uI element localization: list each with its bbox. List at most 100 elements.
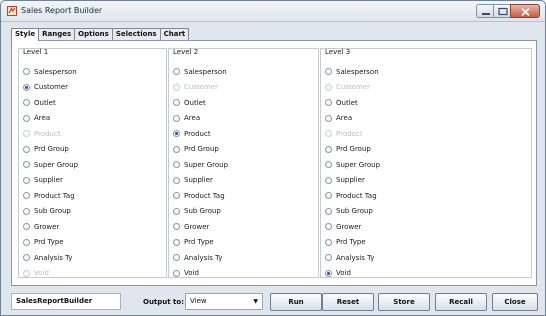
level-1-option[interactable]: Grower	[23, 221, 59, 232]
window-close-button[interactable]	[510, 4, 540, 18]
radio-icon[interactable]	[173, 254, 180, 261]
radio-icon[interactable]	[173, 68, 180, 75]
radio-icon[interactable]	[23, 99, 30, 106]
radio-icon[interactable]	[325, 192, 332, 199]
radio-icon[interactable]	[325, 161, 332, 168]
level-1-option[interactable]: Area	[23, 113, 50, 124]
minimize-button[interactable]	[476, 4, 494, 18]
radio-icon[interactable]	[325, 68, 332, 75]
option-label: Analysis Ty	[336, 253, 375, 262]
radio-icon[interactable]	[325, 114, 332, 122]
level-3-option[interactable]: Super Group	[325, 159, 380, 170]
level-3-option[interactable]: Salesperson	[325, 66, 379, 77]
level-3-option[interactable]: Area	[325, 113, 352, 124]
tab-ranges[interactable]: Ranges	[38, 28, 76, 40]
level-2-option[interactable]: Outlet	[173, 97, 206, 108]
radio-icon[interactable]	[23, 114, 30, 122]
radio-icon[interactable]	[23, 176, 30, 184]
radio-icon[interactable]	[23, 254, 30, 261]
level-2-option[interactable]: Salesperson	[173, 66, 227, 77]
level-3-option[interactable]: Product Tag	[325, 190, 377, 201]
level-2-option[interactable]: Void	[173, 268, 199, 279]
level-1-option: Product	[23, 128, 61, 139]
radio-icon[interactable]	[325, 207, 332, 215]
title-bar[interactable]: Sales Report Builder	[1, 1, 545, 22]
radio-icon[interactable]	[173, 207, 180, 215]
radio-selected-icon[interactable]	[325, 269, 332, 277]
level-2-option[interactable]: Prd Group	[173, 144, 219, 155]
level-3-option[interactable]: Supplier	[325, 175, 365, 186]
tab-chart[interactable]: Chart	[159, 28, 190, 40]
close-button[interactable]: Close	[492, 293, 538, 311]
level-1-group: Level 1 Salesperson Customer Outlet Area Pro…	[18, 48, 167, 278]
radio-icon[interactable]	[173, 145, 180, 153]
level-2-option[interactable]: Analysis Ty	[173, 252, 222, 263]
option-label: Analysis Ty	[184, 253, 223, 262]
radio-icon[interactable]	[23, 238, 30, 246]
radio-icon	[325, 130, 332, 137]
tab-selections[interactable]: Selections	[111, 28, 161, 40]
level-1-option[interactable]: Outlet	[23, 97, 56, 108]
radio-icon[interactable]	[325, 254, 332, 261]
maximize-button[interactable]	[493, 4, 511, 18]
level-3-option[interactable]: Void	[325, 268, 351, 279]
radio-selected-icon[interactable]	[23, 83, 30, 91]
radio-icon[interactable]	[325, 223, 332, 230]
tab-style[interactable]: Style	[11, 28, 40, 41]
level-2-option[interactable]: Sub Group	[173, 206, 221, 217]
radio-icon[interactable]	[173, 269, 180, 277]
level-1-option[interactable]: Product Tag	[23, 190, 75, 201]
report-name-field[interactable]: SalesReportBuilder	[11, 293, 121, 310]
level-3-group: Level 3 Salesperson Customer Outlet Area Pro…	[320, 48, 532, 278]
radio-icon[interactable]	[23, 68, 30, 75]
radio-icon[interactable]	[173, 99, 180, 106]
option-label: Outlet	[34, 98, 56, 107]
radio-icon[interactable]	[173, 192, 180, 199]
radio-icon[interactable]	[325, 176, 332, 184]
level-1-option[interactable]: Super Group	[23, 159, 78, 170]
level-3-option[interactable]: Outlet	[325, 97, 358, 108]
run-button[interactable]: Run	[270, 293, 322, 311]
radio-icon[interactable]	[325, 238, 332, 246]
radio-icon[interactable]	[23, 207, 30, 215]
level-1-option[interactable]: Supplier	[23, 175, 63, 186]
radio-icon[interactable]	[23, 161, 30, 168]
radio-icon[interactable]	[23, 145, 30, 153]
level-3-option[interactable]: Sub Group	[325, 206, 373, 217]
level-3-option[interactable]: Prd Group	[325, 144, 371, 155]
radio-icon	[23, 130, 30, 137]
recall-button[interactable]: Recall	[435, 293, 487, 311]
radio-icon[interactable]	[173, 238, 180, 246]
level-1-option[interactable]: Prd Type	[23, 237, 64, 248]
radio-selected-icon[interactable]	[173, 130, 180, 137]
radio-icon[interactable]	[173, 161, 180, 168]
level-3-option[interactable]: Analysis Ty	[325, 252, 374, 263]
level-1-option[interactable]: Prd Group	[23, 144, 69, 155]
level-2-option[interactable]: Super Group	[173, 159, 228, 170]
output-select[interactable]: View ▼	[185, 293, 263, 310]
level-3-option[interactable]: Grower	[325, 221, 361, 232]
radio-icon[interactable]	[23, 223, 30, 230]
level-3-option[interactable]: Prd Type	[325, 237, 366, 248]
store-button[interactable]: Store	[378, 293, 430, 311]
tab-options[interactable]: Options	[74, 28, 113, 40]
option-label: Supplier	[184, 176, 213, 184]
level-2-option[interactable]: Prd Type	[173, 237, 214, 248]
level-2-option[interactable]: Grower	[173, 221, 209, 232]
level-1-option[interactable]: Analysis Ty	[23, 252, 72, 263]
level-2-option[interactable]: Product Tag	[173, 190, 225, 201]
level-2-option[interactable]: Product	[173, 128, 211, 139]
radio-icon[interactable]	[325, 145, 332, 153]
level-1-option[interactable]: Salesperson	[23, 66, 77, 77]
radio-icon[interactable]	[325, 99, 332, 106]
level-2-option[interactable]: Supplier	[173, 175, 213, 186]
radio-icon[interactable]	[173, 223, 180, 230]
radio-icon[interactable]	[173, 176, 180, 184]
level-2-option[interactable]: Area	[173, 113, 200, 124]
radio-icon[interactable]	[23, 192, 30, 199]
reset-button[interactable]: Reset	[322, 293, 374, 311]
radio-icon[interactable]	[173, 114, 180, 122]
level-1-option[interactable]: Sub Group	[23, 206, 71, 217]
app-icon	[7, 6, 17, 16]
level-1-option[interactable]: Customer	[23, 82, 68, 93]
